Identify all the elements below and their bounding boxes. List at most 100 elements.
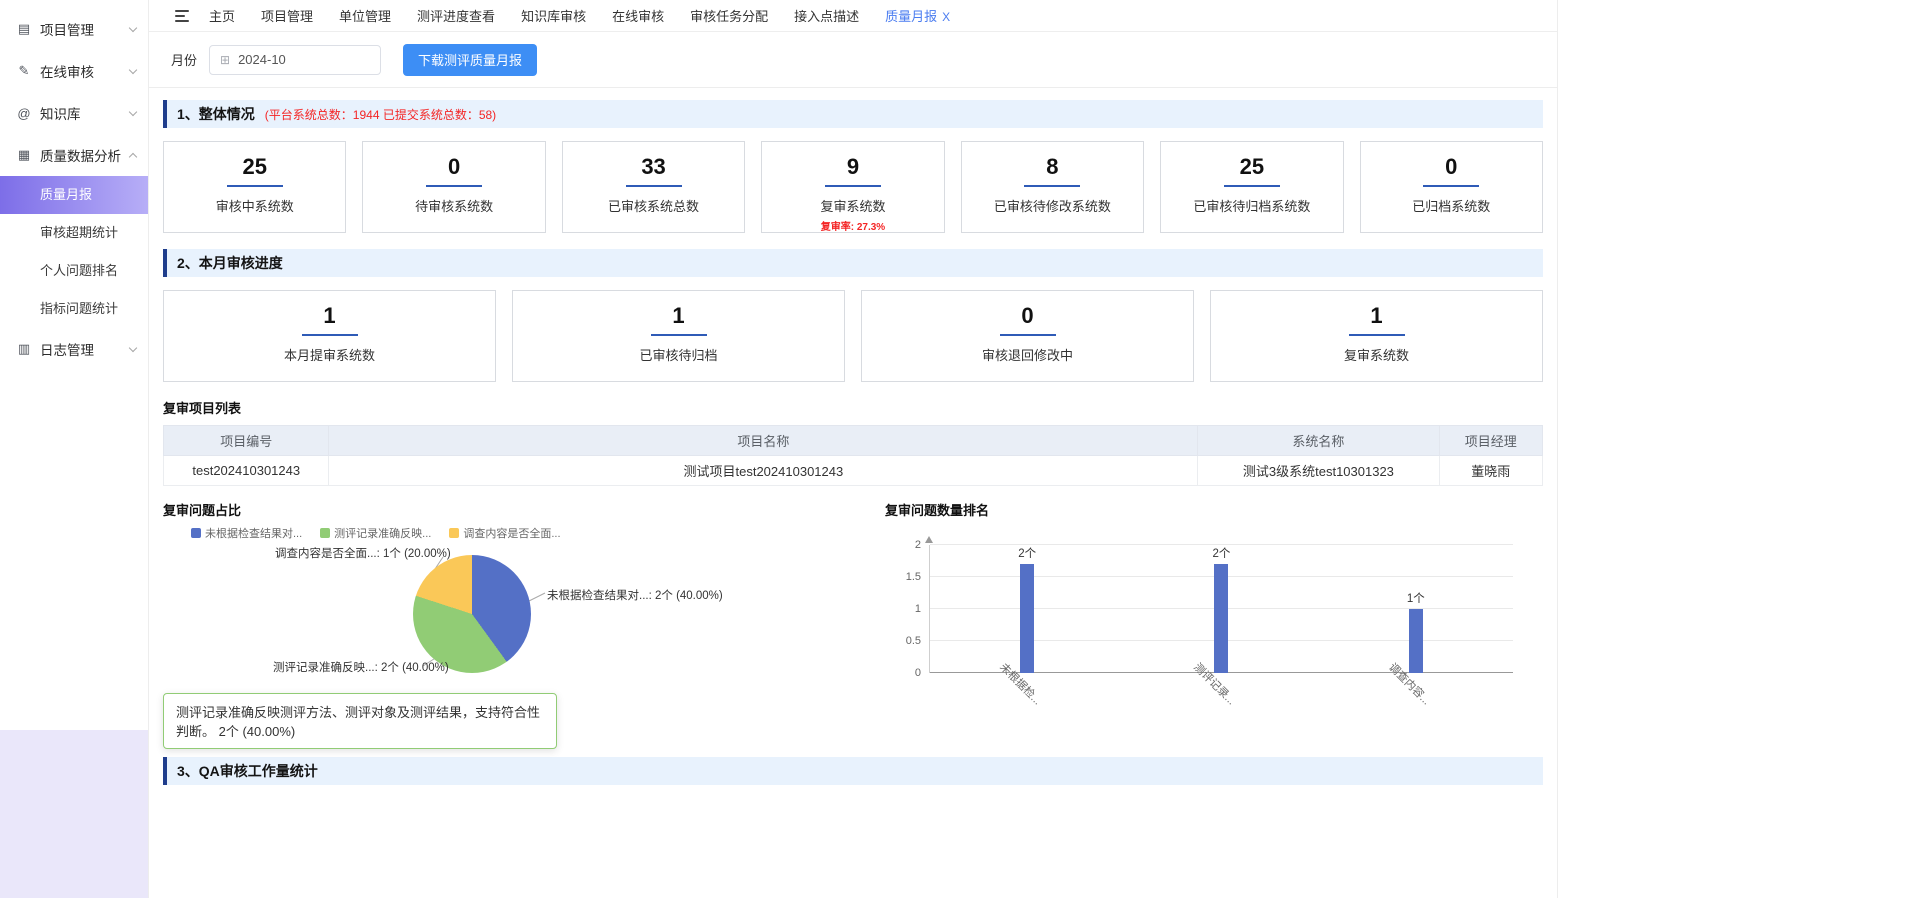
stat-underline xyxy=(1024,185,1080,187)
overall-card: 0已归档系统数 xyxy=(1360,141,1543,233)
bar-chart-title: 复审问题数量排名 xyxy=(885,500,1543,519)
month-label: 月份 xyxy=(171,50,197,69)
legend-item[interactable]: 测评记录准确反映... xyxy=(320,525,431,541)
y-tick-label: 1 xyxy=(915,603,921,615)
section-monthly-title: 2、本月审核进度 xyxy=(177,253,283,273)
pie-slice-label: 调查内容是否全面...: 1个 (20.00%) xyxy=(275,545,451,561)
download-report-button[interactable]: 下载测评质量月报 xyxy=(403,44,537,76)
sidebar-item-online-review[interactable]: ✎在线审核 xyxy=(0,50,148,92)
bar[interactable] xyxy=(1214,564,1228,673)
charts-row: 复审问题占比 未根据检查结果对...测评记录准确反映...调查内容是否全面...… xyxy=(163,500,1543,749)
stat-label: 已归档系统数 xyxy=(1361,196,1542,215)
bar[interactable] xyxy=(1409,609,1423,673)
sidebar-subitem[interactable]: 质量月报 xyxy=(0,176,148,214)
stat-label: 本月提审系统数 xyxy=(164,345,495,364)
section-qa-header: 3、QA审核工作量统计 xyxy=(163,757,1543,785)
stat-underline xyxy=(1224,185,1280,187)
stat-label: 待审核系统数 xyxy=(363,196,544,215)
tab-item[interactable]: 在线审核 xyxy=(612,6,664,25)
section-overall-title: 1、整体情况 xyxy=(177,104,255,124)
pie-legend: 未根据检查结果对... 测评记录准确反映... 调查内容是否全面... xyxy=(163,525,853,541)
overall-card: 0待审核系统数 xyxy=(362,141,545,233)
pie[interactable] xyxy=(413,555,531,673)
tab-item[interactable]: 审核任务分配 xyxy=(690,6,768,25)
bar-column: 2个 xyxy=(1124,545,1318,673)
tab-item[interactable]: 质量月报X xyxy=(885,6,950,25)
table-header-cell: 项目名称 xyxy=(329,426,1198,456)
table-cell: test202410301243 xyxy=(164,456,329,486)
overall-card: 9复审系统数复审率: 27.3% xyxy=(761,141,944,233)
pie-area: 未根据检查结果对...: 2个 (40.00%)测评记录准确反映...: 2个 … xyxy=(163,543,853,691)
month-picker-input[interactable]: ⊞ 2024-10 xyxy=(209,45,381,75)
sidebar-subitem[interactable]: 审核超期统计 xyxy=(0,214,148,252)
y-tick-label: 2 xyxy=(915,539,921,551)
stat-underline xyxy=(302,334,358,336)
tab-item[interactable]: 知识库审核 xyxy=(521,6,586,25)
tab-item[interactable]: 测评进度查看 xyxy=(417,6,495,25)
stat-value: 33 xyxy=(563,154,744,180)
monthly-card: 1已审核待归档 xyxy=(512,290,845,382)
table-cell: 董晓雨 xyxy=(1439,456,1542,486)
stat-value: 25 xyxy=(1161,154,1342,180)
stat-extra: 复审率: 27.3% xyxy=(762,218,943,233)
monthly-card: 1本月提审系统数 xyxy=(163,290,496,382)
legend-label: 未根据检查结果对... xyxy=(205,525,302,541)
stat-label: 审核退回修改中 xyxy=(862,345,1193,364)
sidebar-item-knowledge-base[interactable]: @知识库 xyxy=(0,92,148,134)
overall-card: 8已审核待修改系统数 xyxy=(961,141,1144,233)
tab-close-icon[interactable]: X xyxy=(942,10,950,24)
bar-columns: 2个 2个 1个 xyxy=(930,545,1513,673)
section-overall-subtitle: (平台系统总数：1944 已提交系统总数：58) xyxy=(265,106,496,123)
sidebar-item-project-mgmt[interactable]: ▤项目管理 xyxy=(0,8,148,50)
legend-item[interactable]: 调查内容是否全面... xyxy=(449,525,560,541)
pie-chart-block: 复审问题占比 未根据检查结果对...测评记录准确反映...调查内容是否全面...… xyxy=(163,500,853,749)
table-row[interactable]: test202410301243测试项目test202410301243测试3级… xyxy=(164,456,1543,486)
sidebar-subitem[interactable]: 个人问题排名 xyxy=(0,252,148,290)
bar-column: 2个 xyxy=(930,545,1124,673)
sidebar-subitem[interactable]: 指标问题统计 xyxy=(0,290,148,328)
stat-underline xyxy=(426,185,482,187)
sidebar-item-quality-analysis[interactable]: ▦质量数据分析 xyxy=(0,134,148,176)
bar-chart-block: 复审问题数量排名 00.511.522个2个1个 未根据检...测评记录...调… xyxy=(853,500,1543,749)
sidebar-item-label: 项目管理 xyxy=(40,19,122,39)
tab-item[interactable]: 单位管理 xyxy=(339,6,391,25)
y-tick-label: 1.5 xyxy=(906,571,921,583)
bar-column: 1个 xyxy=(1319,545,1513,673)
content: 1、整体情况 (平台系统总数：1944 已提交系统总数：58) 25审核中系统数… xyxy=(149,88,1557,898)
table-header-cell: 系统名称 xyxy=(1198,426,1439,456)
table-cell: 测试项目test202410301243 xyxy=(329,456,1198,486)
monthly-card: 1复审系统数 xyxy=(1210,290,1543,382)
monthly-stat-cards: 1本月提审系统数1已审核待归档0审核退回修改中1复审系统数 xyxy=(163,290,1543,382)
edit-icon: ✎ xyxy=(16,63,32,79)
main-area: 主页 项目管理 单位管理 测评进度查看 知识库审核 在线审核 审核任务分配 接入点描述 质量月报… xyxy=(148,0,1558,898)
legend-label: 调查内容是否全面... xyxy=(463,525,560,541)
monthly-card: 0审核退回修改中 xyxy=(861,290,1194,382)
stat-label: 复审系统数 xyxy=(762,196,943,215)
overall-card: 25审核中系统数 xyxy=(163,141,346,233)
sidebar-item-log-mgmt[interactable]: ▥日志管理 xyxy=(0,328,148,370)
overall-card: 33 已审核系统总数 xyxy=(562,141,745,233)
collapse-menu-icon[interactable] xyxy=(175,10,189,22)
table-header-cell: 项目经理 xyxy=(1439,426,1542,456)
chevron-down-icon xyxy=(129,65,137,73)
tab-item[interactable]: 项目管理 xyxy=(261,6,313,25)
review-table-title: 复审项目列表 xyxy=(163,398,1543,417)
legend-item[interactable]: 未根据检查结果对... xyxy=(191,525,302,541)
stat-label: 已审核待修改系统数 xyxy=(962,196,1143,215)
bar-value-label: 2个 xyxy=(1213,545,1231,561)
bar[interactable] xyxy=(1020,564,1034,673)
stat-value: 25 xyxy=(164,154,345,180)
stat-label: 已审核系统总数 xyxy=(563,196,744,215)
legend-swatch xyxy=(449,528,459,538)
sidebar-item-label: 质量数据分析 xyxy=(40,145,122,165)
month-value: 2024-10 xyxy=(238,52,286,67)
x-tick: 测评记录... xyxy=(1124,673,1319,719)
stat-underline xyxy=(1349,334,1405,336)
tab-item[interactable]: 接入点描述 xyxy=(794,6,859,25)
pie-slice-label: 未根据检查结果对...: 2个 (40.00%) xyxy=(547,587,723,603)
tab-bar: 主页 项目管理 单位管理 测评进度查看 知识库审核 在线审核 审核任务分配 接入点描述 质量月报… xyxy=(149,0,1557,32)
chevron-down-icon xyxy=(129,343,137,351)
bar-plot: 00.511.522个2个1个 xyxy=(929,545,1513,673)
tab-item[interactable]: 主页 xyxy=(209,6,235,25)
stat-value: 1 xyxy=(1211,303,1542,329)
